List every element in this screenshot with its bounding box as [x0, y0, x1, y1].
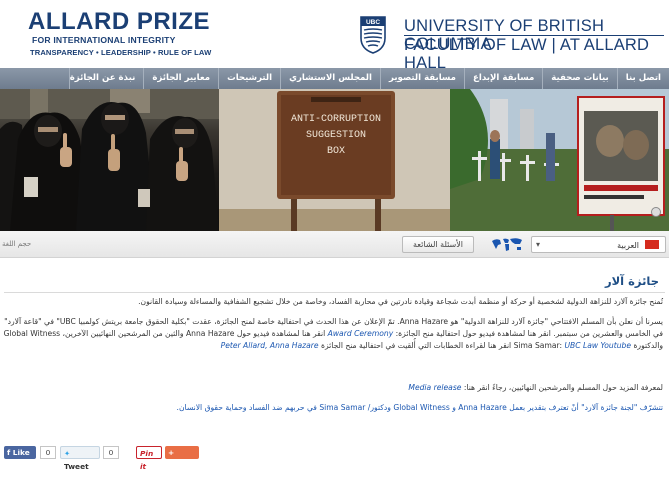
nav-item-contact[interactable]: اتصل بنا	[616, 68, 669, 89]
ubc-law-youtube-link[interactable]: UBC Law Youtube	[564, 341, 631, 350]
winner-name: Anna Hazare	[399, 317, 449, 326]
nav-item-creativity-contest[interactable]: مسابقة الإبداع	[464, 68, 542, 89]
nav-item-nominations[interactable]: الترشيحات	[218, 68, 280, 89]
facebook-like-button[interactable]: f Like	[4, 446, 36, 459]
like-label: Like	[12, 448, 30, 457]
social-share-bar: f Like 0 ✦ Tweet 0 Pin it + Share	[4, 446, 204, 471]
banner-photo-protest-poster	[450, 89, 669, 231]
sign-line-2: SUGGESTION	[306, 130, 366, 141]
language-select[interactable]: العربية ▾	[531, 236, 666, 253]
language-selected: العربية	[617, 241, 639, 250]
plus-icon: +	[168, 448, 175, 457]
page-title: جائزة آلار	[605, 274, 659, 288]
nav-item-advisory-board[interactable]: المجلس الاستشاري	[280, 68, 380, 89]
media-paragraph: لمعرفة المزيد حول المسلم والمرشحين النها…	[1, 382, 663, 394]
faculty-name[interactable]: FACULTY OF LAW | AT ALLARD HALL	[404, 36, 669, 72]
sign-line-1: ANTI-CORRUPTION	[291, 114, 381, 125]
recognition-paragraph: تتشرّف "لجنة جائزة آلارد" أنْ تعترف بتقد…	[176, 403, 663, 412]
title-divider	[4, 292, 665, 293]
share-button[interactable]: + Share	[165, 446, 199, 470]
pinterest-button[interactable]: Pin it	[136, 446, 162, 471]
sign-line-3: BOX	[327, 146, 345, 157]
ubc-crest-text: UBC	[366, 19, 380, 26]
faq-button[interactable]: الأسئلة الشائعة	[402, 236, 474, 253]
announcement-text-d: انقر هنا لقراءة الخطابات التي أُلقيت في …	[318, 341, 514, 350]
intro-paragraph: تُمنح جائزة آلارد للنزاهة الدولية لشخصية…	[138, 297, 663, 306]
allard-prize-values: TRANSPARENCY • LEADERSHIP • RULE OF LAW	[30, 48, 212, 57]
media-text: لمعرفة المزيد حول المسلم والمرشحين النها…	[461, 383, 663, 392]
share-label: Share	[168, 461, 193, 470]
nav-item-press-releases[interactable]: بيانات صحفية	[542, 68, 616, 89]
tweet-label: Tweet	[64, 462, 89, 471]
banner-slideshow[interactable]: ANTI-CORRUPTION SUGGESTION BOX	[0, 89, 669, 231]
tweet-count: 0	[103, 446, 119, 459]
allard-prize-subtitle: FOR INTERNATIONAL INTEGRITY	[32, 35, 176, 45]
allard-prize-logo-title[interactable]: ALLARD PRIZE	[28, 10, 210, 34]
nav-item-about-prize[interactable]: نبذة عن الجائزة	[68, 68, 144, 89]
flag-icon	[645, 240, 659, 249]
speeches-link[interactable]: Peter Allard, Anna Hazare	[221, 341, 319, 350]
banner-photo-voters	[0, 89, 219, 231]
nav-item-prize-criteria[interactable]: معايير الجائزة	[143, 68, 218, 89]
twitter-icon: ✦	[64, 449, 71, 458]
chevron-down-icon: ▾	[536, 240, 541, 249]
font-size-link[interactable]: حجم اللغة	[2, 240, 31, 248]
ubc-crest-icon[interactable]: UBC	[360, 16, 386, 54]
like-count: 0	[40, 446, 56, 459]
media-release-link[interactable]: Media release	[408, 383, 461, 392]
nav-item-photo-contest[interactable]: مسابقة التصوير	[379, 68, 464, 89]
banner-photo-suggestion-box: ANTI-CORRUPTION SUGGESTION BOX	[219, 89, 450, 231]
tweet-button[interactable]: ✦ Tweet	[60, 446, 100, 471]
utility-bar: العربية ▾ الأسئلة الشائعة حجم اللغة	[0, 231, 669, 258]
award-ceremony-link[interactable]: Award Ceremony	[328, 329, 394, 338]
site-header: ALLARD PRIZE FOR INTERNATIONAL INTEGRITY…	[0, 0, 669, 72]
world-map-icon[interactable]	[490, 236, 524, 253]
main-nav: اتصل بنا بيانات صحفية مسابقة الإبداع مسا…	[0, 68, 669, 89]
announcement-text-a: يسرنا أن نعلن بأن المسلم الافتتاحي "جائز…	[448, 317, 664, 326]
announcement-paragraph: يسرنا أن نعلن بأن المسلم الافتتاحي "جائز…	[1, 316, 663, 352]
slideshow-next-dot[interactable]	[651, 207, 661, 217]
